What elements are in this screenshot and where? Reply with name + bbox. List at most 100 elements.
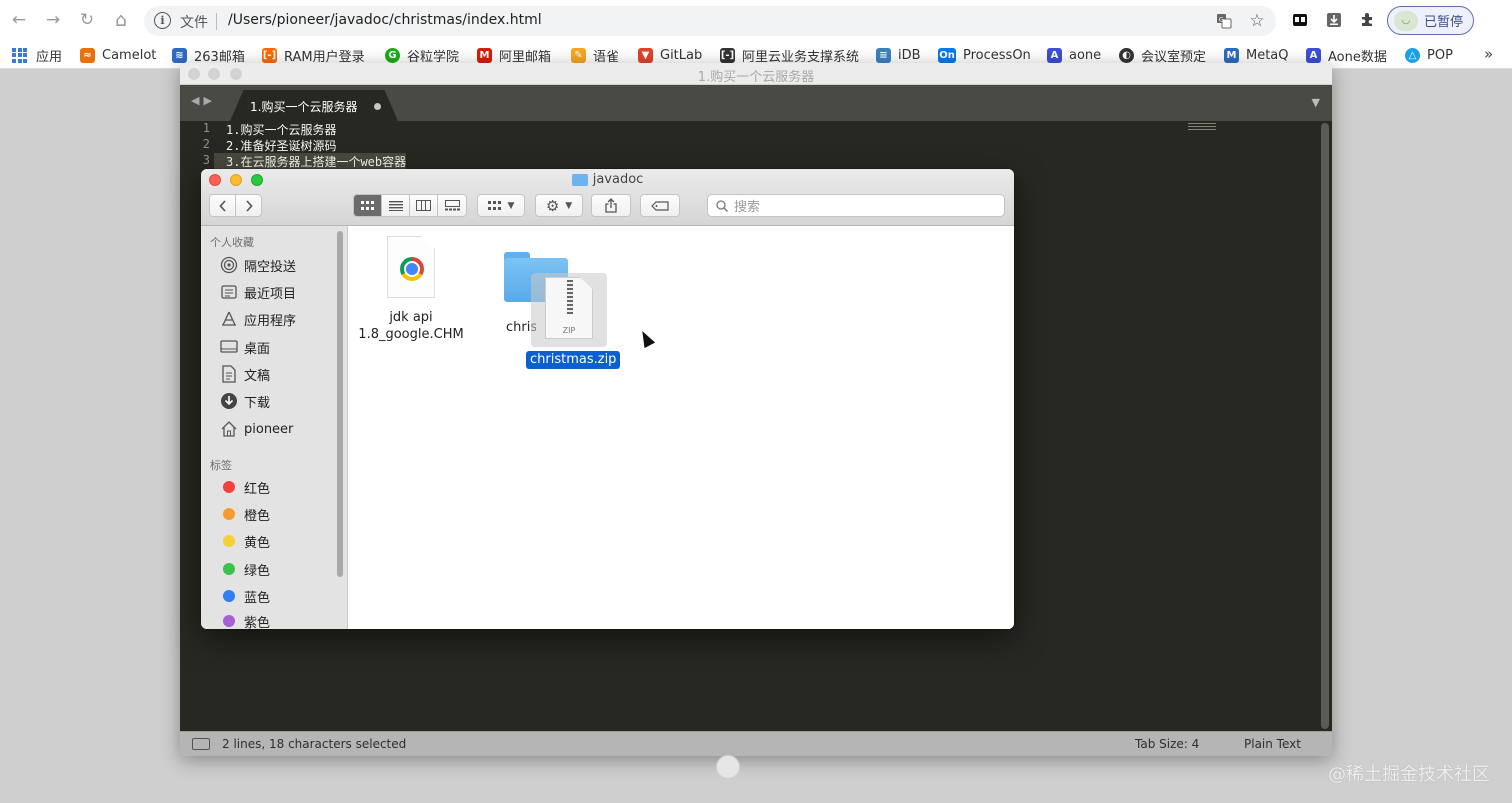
bookmark-apps[interactable]: 应用: [12, 46, 63, 65]
sidebar-item-recents[interactable]: 最近项目: [220, 282, 296, 302]
sidebar-tag-red[interactable]: 红色: [220, 477, 270, 497]
reload-icon[interactable]: ↻: [76, 9, 98, 31]
search-placeholder: 搜索: [734, 200, 761, 215]
bookmark-263mail[interactable]: ≋ 263邮箱: [172, 46, 245, 65]
bookmark-guli[interactable]: G 谷粒学院: [385, 46, 460, 65]
file-item-christmas-zip[interactable]: christmas.zip: [526, 351, 621, 369]
camelot-icon: ≈: [80, 47, 95, 63]
sidebar-item-desktop[interactable]: 桌面: [220, 337, 270, 357]
sidebar-item-applications[interactable]: 应用程序: [220, 309, 296, 329]
bookmarks-more-icon[interactable]: »: [1484, 45, 1493, 63]
tab-size-status[interactable]: Tab Size: 4: [1135, 737, 1199, 751]
sidebar-tag-blue[interactable]: 蓝色: [220, 586, 270, 606]
bookmark-metaq[interactable]: M MetaQ: [1224, 46, 1289, 64]
bookmark-ali-mail[interactable]: M 阿里邮箱: [477, 46, 552, 65]
search-field[interactable]: 搜索: [707, 194, 1005, 217]
code-line: 3 3.在云服务器上搭建一个web容器: [180, 153, 1310, 169]
bookmark-aone-data[interactable]: A Aone数据: [1306, 46, 1387, 65]
drag-handle[interactable]: [717, 756, 739, 778]
sidebar-tag-orange[interactable]: 橙色: [220, 504, 270, 524]
group-by-button[interactable]: ▼: [477, 194, 525, 217]
editor-tab[interactable]: 1.购买一个云服务器: [230, 90, 398, 121]
syntax-status[interactable]: Plain Text: [1244, 737, 1301, 751]
translate-icon[interactable]: G: [1214, 11, 1234, 31]
bookmark-gitlab[interactable]: ▼ GitLab: [638, 46, 702, 64]
sidebar-tag-yellow[interactable]: 黄色: [220, 531, 270, 551]
back-button[interactable]: [209, 194, 236, 217]
file-browser-area[interactable]: jdk api 1.8_google.CHM christmas ZIP chr…: [349, 226, 1014, 629]
back-icon[interactable]: ←: [8, 9, 30, 31]
sidebar-tag-purple[interactable]: 紫色: [220, 613, 270, 629]
bookmark-processon[interactable]: On ProcessOn: [938, 46, 1031, 64]
bookmark-label: 阿里邮箱: [499, 49, 552, 65]
share-icon: [605, 198, 617, 213]
ali-mail-icon: M: [477, 47, 492, 63]
sidebar-item-home[interactable]: pioneer: [220, 419, 293, 439]
downloads-icon: [220, 392, 238, 410]
bookmark-label: 应用: [36, 49, 63, 65]
gallery-view-button[interactable]: [438, 195, 466, 216]
recents-icon: [220, 283, 238, 301]
share-button[interactable]: [591, 194, 631, 217]
bookmark-yuque[interactable]: ✎ 语雀: [571, 46, 620, 65]
sidebar-item-airdrop[interactable]: 隔空投送: [220, 255, 296, 275]
forward-icon[interactable]: →: [42, 9, 64, 31]
sidebar-scrollbar[interactable]: [337, 231, 343, 577]
extension-tab-icon[interactable]: [1290, 10, 1310, 30]
zipper-icon: [567, 280, 573, 314]
tab-menu-icon[interactable]: ▼: [1312, 96, 1320, 109]
chevron-down-icon: ▼: [565, 200, 573, 211]
tag-dot-icon: [223, 508, 235, 520]
minimap[interactable]: [1188, 123, 1216, 131]
file-item-jdk-api[interactable]: jdk api 1.8_google.CHM: [357, 309, 465, 343]
bookmark-idb[interactable]: ≡ iDB: [876, 46, 921, 64]
puzzle-extensions-icon[interactable]: [1357, 10, 1377, 30]
line-number: 1: [202, 121, 210, 135]
finder-window: javadoc ▼ ⚙ ▼ 搜索 个人收藏 隔空投送 最近项目 应用程序 桌面 …: [201, 169, 1014, 629]
bookmark-aone[interactable]: A aone: [1047, 46, 1101, 64]
editor-scrollbar[interactable]: [1321, 123, 1329, 729]
bookmark-camelot[interactable]: ≈ Camelot: [80, 46, 156, 64]
column-view-button[interactable]: [410, 195, 438, 216]
url-text[interactable]: /Users/pioneer/javadoc/christmas/index.h…: [228, 12, 542, 28]
bookmark-star-icon[interactable]: ☆: [1247, 11, 1267, 31]
chrome-logo-icon: [400, 257, 424, 281]
action-menu-button[interactable]: ⚙ ▼: [535, 194, 583, 217]
sidebar-tag-green[interactable]: 绿色: [220, 559, 270, 579]
info-icon[interactable]: i: [154, 12, 171, 29]
sidebar-item-documents[interactable]: 文稿: [220, 364, 270, 384]
bookmark-label: 语雀: [593, 49, 620, 65]
bookmark-label: 阿里云业务支撑系统: [742, 49, 860, 65]
unsaved-dot-icon[interactable]: [374, 103, 381, 110]
home-icon[interactable]: ⌂: [110, 9, 132, 31]
bookmark-ram-login[interactable]: [-] RAM用户登录: [262, 46, 365, 65]
sidebar-item-label: 文稿: [244, 368, 271, 384]
address-bar[interactable]: i 文件 /Users/pioneer/javadoc/christmas/in…: [144, 6, 1276, 36]
bookmark-meeting-room[interactable]: ◐ 会议室预定: [1119, 46, 1206, 65]
chm-file-icon[interactable]: [387, 236, 435, 298]
bookmark-pop[interactable]: △ POP: [1405, 46, 1453, 64]
tags-button[interactable]: [640, 194, 680, 217]
bookmark-label: 谷粒学院: [407, 49, 460, 65]
list-view-button[interactable]: [382, 195, 410, 216]
forward-button[interactable]: [235, 194, 262, 217]
tag-dot-icon: [223, 590, 235, 602]
profile-paused-button[interactable]: ◡ 已暂停: [1387, 6, 1474, 35]
chevron-left-icon: [218, 199, 226, 212]
panel-toggle-icon[interactable]: [192, 738, 210, 750]
bookmark-label: iDB: [898, 47, 921, 63]
documents-icon: [220, 365, 238, 383]
zip-file-icon[interactable]: ZIP: [545, 277, 593, 339]
bookmark-aliyun[interactable]: [-] 阿里云业务支撑系统: [720, 46, 860, 65]
sidebar-item-label: 桌面: [244, 341, 271, 357]
icon-view-button[interactable]: [354, 195, 382, 216]
line-number: 3: [202, 153, 210, 167]
bookmark-label: GitLab: [660, 47, 703, 63]
sidebar-item-label: 紫色: [244, 615, 271, 630]
download-extension-icon[interactable]: [1324, 10, 1344, 30]
tab-nav-arrows-icon[interactable]: ◀▶: [191, 94, 216, 107]
editor-tab-label: 1.购买一个云服务器: [250, 100, 358, 114]
zip-badge: ZIP: [562, 326, 576, 335]
finder-toolbar: javadoc ▼ ⚙ ▼ 搜索: [201, 169, 1014, 226]
sidebar-item-downloads[interactable]: 下载: [220, 391, 270, 411]
